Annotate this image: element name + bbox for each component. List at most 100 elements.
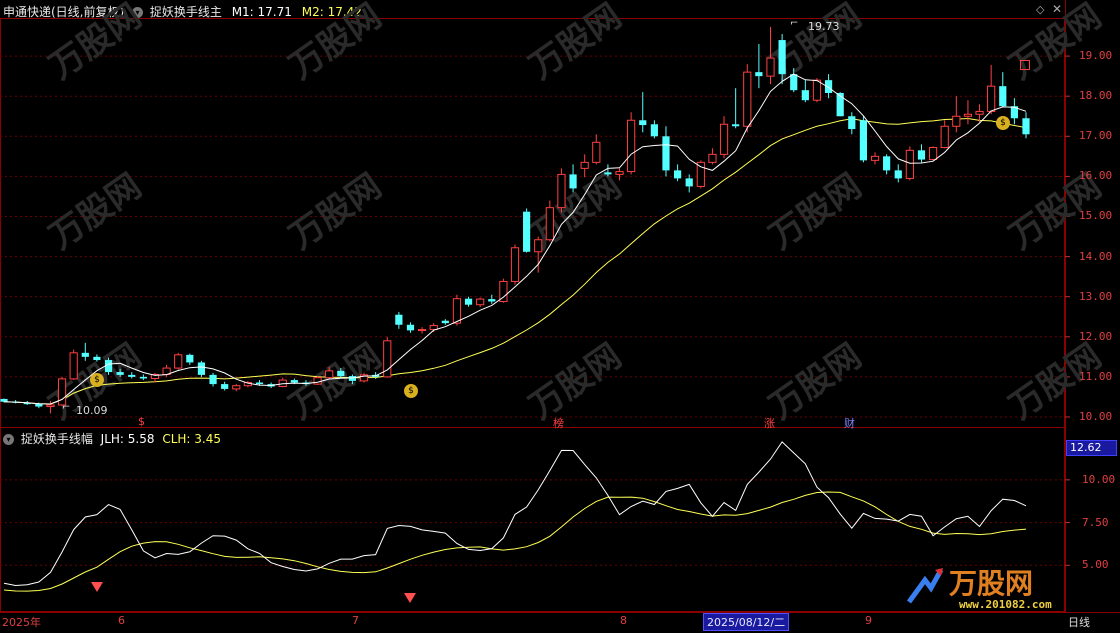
logo-url-text: www.201082.com (959, 598, 1052, 611)
candle-body-down (801, 90, 809, 101)
price-chart[interactable]: 万股网 万股网 万股网 万股网 万股网万股网 万股网 万股网 万股网 万股网万股网 万股网 万股网万… (0, 0, 1120, 632)
sub-y-tick-label: 7.50 (1082, 515, 1109, 529)
sub-current-value: 12.62 (1066, 440, 1117, 456)
y-tick-label: 12.00 (1079, 329, 1113, 343)
candle-body-down (569, 174, 577, 189)
logo-arrow-icon (905, 566, 945, 606)
money-bag-icon[interactable]: $ (90, 373, 104, 387)
y-tick-label: 10.00 (1079, 409, 1113, 423)
watermark-text: 万股网 (282, 166, 388, 257)
candle-body-down (464, 298, 473, 305)
candle-body-up (313, 377, 322, 385)
candle-body-down (93, 356, 101, 361)
candle-body-down (209, 374, 217, 385)
candle-body-up (325, 370, 334, 379)
watermark-text: 万股网 (762, 166, 868, 257)
y-tick-label: 16.00 (1079, 169, 1113, 183)
candle-body-up (940, 125, 949, 149)
y-tick-label: 14.00 (1079, 249, 1113, 263)
candle-body-down (1022, 118, 1030, 135)
candle-body-down (255, 382, 264, 385)
sub-y-tick-label: 10.00 (1082, 472, 1116, 486)
candle-body-up (452, 298, 462, 324)
candle-body-up (615, 171, 624, 175)
marker-bang[interactable]: 榜 (553, 415, 564, 431)
candle-body-down (523, 211, 531, 252)
candle-body-down (732, 124, 740, 127)
money-bag-icon[interactable]: $ (996, 116, 1010, 130)
watermark-text: 万股网 (282, 0, 388, 87)
candle-body-down (139, 376, 147, 379)
high-price-label: 19.73 (808, 20, 840, 33)
money-bag-icon[interactable]: $ (404, 384, 418, 398)
x-label-6: 6 (118, 614, 125, 627)
candle-body-down (116, 372, 124, 375)
candle-body-down (81, 352, 89, 357)
marker-dollar[interactable]: $ (138, 415, 145, 428)
brand-logo: 万股网 www.201082.com (905, 562, 1105, 612)
sub-indicator-name[interactable]: 捉妖换手线幅 (21, 432, 93, 446)
jlh-value: JLH: 5.58 (100, 432, 155, 446)
candle-body-up (174, 354, 183, 369)
candle-body-down (128, 374, 136, 377)
candle-body-up (510, 247, 520, 282)
x-label-8: 8 (620, 614, 627, 627)
watermark-text: 万股网 (282, 336, 388, 427)
y-tick-label: 11.00 (1079, 369, 1113, 383)
high-arrow-icon: ⌐ (790, 18, 799, 29)
candle-body-up (928, 147, 938, 161)
candle-body-down (673, 170, 682, 179)
candle-body-down (790, 74, 798, 91)
sub-indicator-dropdown-icon[interactable]: ▾ (3, 434, 14, 445)
low-arrow-icon: ⌐ (62, 402, 71, 413)
candle-body-down (778, 40, 786, 75)
candle-body-up (534, 239, 543, 253)
candle-body-up (476, 298, 485, 306)
candle-body-down (848, 116, 856, 130)
candle-body-up (627, 119, 636, 173)
period-label[interactable]: 日线 (1068, 614, 1090, 630)
candle-body-down (197, 362, 206, 375)
sub-chart-header: ▾ 捉妖换手线幅 JLH: 5.58 CLH: 3.45 (3, 430, 221, 447)
candle-body-down (395, 314, 403, 325)
candle-body-down (650, 124, 658, 137)
candle-body-up (812, 79, 822, 101)
watermark-text: 万股网 (762, 0, 868, 87)
low-price-label: 10.09 (76, 404, 108, 417)
candle-body-up (952, 115, 961, 127)
candle-body-up (696, 161, 705, 187)
x-label-7: 7 (352, 614, 359, 627)
candle-body-up (870, 155, 880, 161)
candle-body-down (488, 299, 496, 302)
target-box-icon (1020, 60, 1030, 70)
marker-zhang[interactable]: 涨 (764, 415, 775, 431)
candle-body-down (348, 376, 357, 381)
ma1-line (3, 73, 1027, 405)
candle-body-down (441, 320, 449, 324)
candle-body-up (46, 404, 55, 408)
candle-body-up (975, 110, 984, 115)
watermark-text: 万股网 (762, 336, 868, 427)
candle-body-down (894, 170, 902, 179)
candle-body-up (417, 329, 427, 332)
candle-body-up (743, 71, 752, 127)
candle-body-down (917, 150, 926, 160)
candle-body-up (232, 385, 241, 390)
candle-body-down (999, 86, 1007, 107)
y-tick-label: 13.00 (1079, 289, 1113, 303)
selected-date: 2025/08/12/二 (703, 613, 790, 631)
candle-body-down (883, 156, 891, 171)
watermark-text: 万股网 (522, 0, 628, 87)
candle-body-up (719, 123, 729, 155)
candle-body-down (406, 324, 415, 331)
jlh-line (3, 441, 1027, 587)
marker-cai[interactable]: 财 (844, 415, 855, 431)
y-tick-label: 15.00 (1079, 209, 1113, 223)
x-axis (0, 612, 1120, 633)
candle-body-up (580, 161, 589, 169)
watermark-text: 万股网 (1002, 0, 1108, 87)
candle-body-down (662, 136, 670, 171)
candle-body-down (186, 354, 194, 363)
candle-body-down (859, 120, 868, 161)
candle-body-down (337, 370, 345, 377)
